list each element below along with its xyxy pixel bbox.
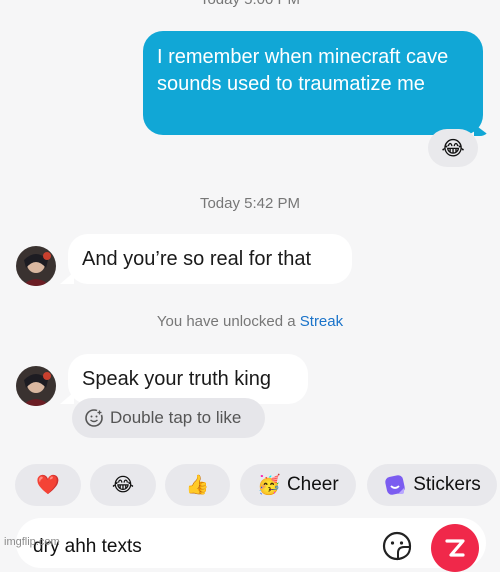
send-arrow-icon	[445, 539, 465, 557]
heart-icon: ❤️	[36, 475, 60, 496]
cheer-button[interactable]: 🥳 Cheer	[240, 464, 356, 506]
received-message-bubble[interactable]: Speak your truth king	[68, 354, 308, 404]
send-button[interactable]	[431, 524, 479, 572]
streak-link[interactable]: Streak	[300, 313, 343, 330]
double-tap-like-hint[interactable]: Double tap to like	[72, 398, 265, 438]
laugh-emoji-icon: 😂	[111, 474, 135, 496]
avatar[interactable]	[16, 246, 56, 286]
cheer-label: Cheer	[286, 474, 339, 495]
quick-reaction-laugh[interactable]: 😂	[90, 464, 156, 506]
received-message-text: Speak your truth king	[82, 367, 271, 390]
sticker-icon	[385, 475, 405, 495]
sticker-face-icon[interactable]	[381, 530, 413, 562]
thumbs-up-icon: 👍	[185, 475, 210, 496]
quick-reaction-heart[interactable]: ❤️	[15, 464, 81, 506]
received-message-text: And you’re so real for that	[82, 247, 312, 270]
received-message-bubble[interactable]: And you’re so real for that	[68, 234, 352, 284]
message-reaction[interactable]: 😂	[428, 129, 478, 167]
timestamp-middle: Today 5:42 PM	[199, 195, 301, 212]
double-tap-like-text: Double tap to like	[110, 408, 242, 427]
avatar[interactable]	[16, 366, 56, 406]
streak-notice: You have unlocked a Streak	[0, 313, 500, 330]
stickers-button[interactable]: Stickers	[367, 464, 497, 506]
sent-bubble-tail	[474, 124, 490, 136]
timestamp-top: Today 5:00 PM	[0, 0, 500, 8]
watermark: imgflip.com	[4, 536, 60, 548]
smiley-add-icon	[85, 409, 103, 427]
quick-reaction-thumbs-up[interactable]: 👍	[165, 464, 230, 506]
sent-message-bubble[interactable]: I remember when minecraft cave sounds us…	[143, 31, 483, 135]
laugh-emoji-icon: 😂	[441, 137, 465, 160]
sent-message-text: I remember when minecraft cave sounds us…	[157, 46, 449, 95]
streak-notice-text: You have unlocked a	[156, 313, 296, 330]
stickers-label: Stickers	[413, 474, 481, 495]
party-face-icon: 🥳	[257, 475, 281, 496]
